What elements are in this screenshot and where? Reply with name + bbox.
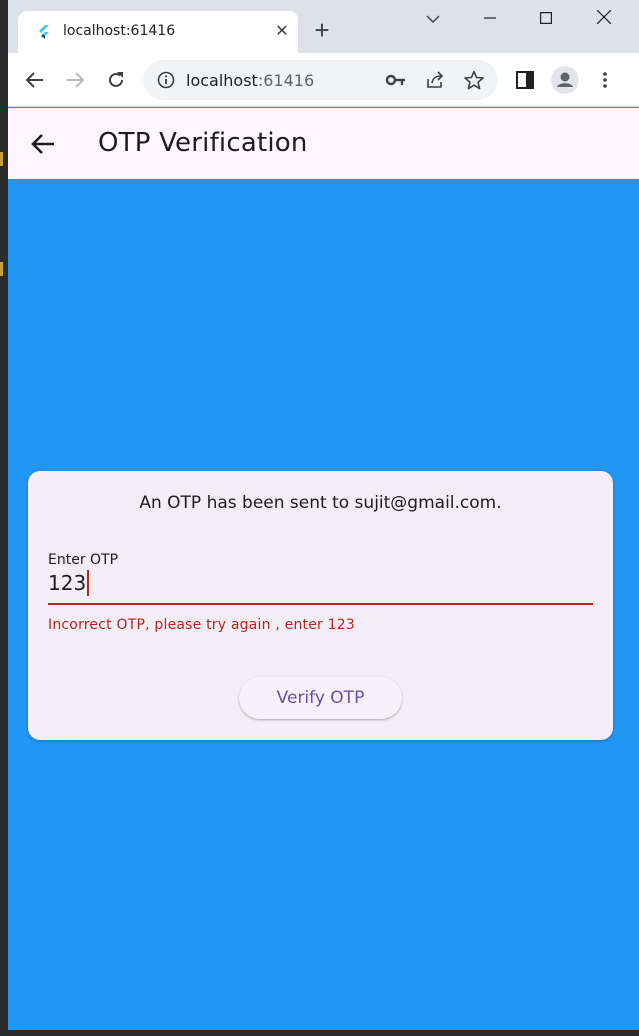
arrow-right-icon[interactable] xyxy=(61,66,89,94)
browser-toolbar: localhost:61416 xyxy=(8,53,639,107)
otp-sent-message: An OTP has been sent to sujit@gmail.com. xyxy=(139,493,502,513)
flutter-icon xyxy=(39,25,49,39)
arrow-left-icon[interactable] xyxy=(30,132,56,156)
background-ide-strip xyxy=(0,0,8,1036)
tab-close-icon[interactable]: ✕ xyxy=(272,22,292,42)
text-cursor xyxy=(87,570,90,596)
app-bar: OTP Verification xyxy=(8,108,639,179)
share-icon[interactable] xyxy=(425,71,445,89)
tab-title: localhost:61416 xyxy=(63,23,176,39)
key-icon[interactable] xyxy=(386,73,406,87)
url-port: :61416 xyxy=(257,71,315,90)
tab-strip: localhost:61416 ✕ + xyxy=(8,0,639,53)
otp-card: An OTP has been sent to sujit@gmail.com.… xyxy=(28,471,613,740)
url-text: localhost:61416 xyxy=(186,71,314,90)
new-tab-button[interactable]: + xyxy=(310,17,334,43)
minimize-icon[interactable] xyxy=(475,8,505,32)
browser-tab[interactable]: localhost:61416 ✕ xyxy=(18,11,298,53)
browser-window: localhost:61416 ✕ + localhost:61416 OTP … xyxy=(8,0,639,1030)
otp-input[interactable]: Enter OTP 123 xyxy=(48,551,593,607)
page-title: OTP Verification xyxy=(98,128,308,158)
close-window-icon[interactable] xyxy=(589,8,619,32)
kebab-menu-icon[interactable] xyxy=(591,66,619,94)
reload-icon[interactable] xyxy=(102,66,130,94)
profile-icon[interactable] xyxy=(551,66,579,94)
tab-search-icon[interactable] xyxy=(418,8,448,32)
url-host: localhost xyxy=(186,71,258,90)
ide-marker xyxy=(0,262,3,276)
bottom-strip xyxy=(0,1030,639,1036)
input-underline xyxy=(48,603,593,605)
info-icon[interactable] xyxy=(157,71,175,89)
star-icon[interactable] xyxy=(464,70,484,90)
address-bar[interactable]: localhost:61416 xyxy=(143,60,498,100)
otp-field-value[interactable]: 123 xyxy=(48,570,90,596)
otp-field-label: Enter OTP xyxy=(48,552,119,568)
arrow-left-icon[interactable] xyxy=(21,66,49,94)
maximize-icon[interactable] xyxy=(531,8,561,32)
otp-field-text: 123 xyxy=(48,571,87,595)
verify-otp-button[interactable]: Verify OTP xyxy=(239,677,402,719)
ide-marker xyxy=(0,152,3,166)
side-panel-icon[interactable] xyxy=(511,66,539,94)
error-message: Incorrect OTP, please try again , enter … xyxy=(48,617,355,633)
